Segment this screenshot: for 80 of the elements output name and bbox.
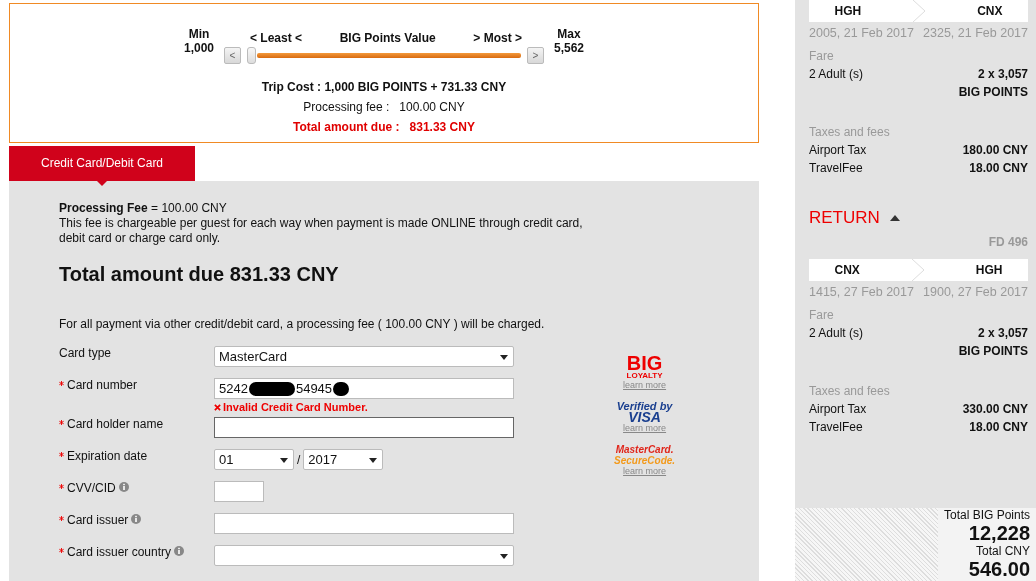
chevron-icon [910, 259, 925, 281]
most-label: > Most > [473, 32, 522, 45]
logo: BIG LOYALTY [626, 354, 663, 380]
total-label: Total amount due : [293, 119, 400, 136]
route-header: HGH CNX [809, 0, 1028, 22]
redaction-mark [333, 381, 350, 396]
select-field[interactable] [214, 545, 514, 566]
error-message: Invalid Credit Card Number. [214, 401, 514, 413]
fare-label: Fare [809, 307, 835, 324]
caret-icon [500, 355, 508, 360]
total-value: 831.33 CNY [409, 119, 475, 136]
fee-name: Airport Tax [809, 401, 867, 418]
fare-label: Fare [809, 48, 835, 65]
field-label: Card issuer [67, 513, 129, 527]
max-value: 5,562 [554, 41, 585, 55]
flight-number: FD 496 [987, 234, 1028, 251]
fare-unit: BIG POINTS [957, 84, 1028, 101]
learn-more-link[interactable]: learn more [623, 423, 667, 434]
year-select[interactable]: 2017 [303, 449, 384, 470]
month-select[interactable]: 01 [214, 449, 294, 470]
field-label: CVV/CID [67, 481, 116, 495]
fee-amount: 330.00 CNY [962, 401, 1028, 418]
processing-note: For all payment via other credit/debit card, a processing fee ( 100.00 CNY ) will be charged. [59, 317, 546, 332]
fee-name: TravelFee [809, 160, 863, 177]
input-field[interactable] [214, 513, 514, 534]
total-cny: 546.00 [967, 558, 1030, 580]
slider-title: BIG Points Value [339, 32, 436, 45]
passenger-count: 2 Adult (s) [809, 325, 864, 342]
fee-label: Processing fee : [303, 99, 390, 116]
fare-amount: 2 x 3,057 [977, 66, 1028, 83]
fee-description: This fee is chargeable per guest for each way when payment is made ONLINE through credit card, debit card or charge card only. [59, 216, 584, 246]
return-heading[interactable]: RETURN [809, 209, 880, 227]
trip-cost: Trip Cost : 1,000 BIG POINTS + 731.33 CNY [261, 79, 507, 96]
field-label: Card number [67, 378, 138, 392]
increase-button[interactable]: > [527, 47, 544, 64]
max-label: Max [557, 27, 581, 41]
field-label: Card holder name [67, 417, 164, 431]
fee-amount: 180.00 CNY [962, 142, 1028, 159]
departure-time: 1415, 27 Feb 2017 [809, 284, 914, 301]
input-field[interactable] [214, 417, 514, 438]
date-separator: / [297, 452, 301, 467]
fee-note: Processing Fee = 100.00 CNY [59, 201, 228, 216]
input-field[interactable] [214, 481, 264, 502]
input-field[interactable]: 5242 54945 [214, 378, 514, 399]
decrease-button[interactable]: < [224, 47, 241, 64]
caret-icon [369, 458, 378, 463]
total-points-label: Total BIG Points [942, 508, 1030, 522]
least-label: < Least < [250, 32, 303, 45]
learn-more-link[interactable]: learn more [623, 466, 667, 477]
taxes-label: Taxes and fees [809, 124, 891, 141]
passenger-count: 2 Adult (s) [809, 66, 864, 83]
error-icon [214, 401, 221, 413]
arrival-time: 1900, 27 Feb 2017 [923, 284, 1028, 301]
min-value: 1,000 [183, 41, 214, 55]
route-header: CNX HGH [809, 259, 1028, 281]
taxes-label: Taxes and fees [809, 383, 891, 400]
fare-amount: 2 x 3,057 [977, 325, 1028, 342]
slider-thumb[interactable] [247, 47, 256, 64]
fee-amount: 18.00 CNY [969, 419, 1028, 436]
field-label: Expiration date [67, 449, 148, 463]
logo: MasterCard. SecureCode. [614, 444, 676, 466]
logo: Verified by VISA [616, 401, 673, 423]
select-field[interactable]: MasterCard [214, 346, 514, 367]
fare-unit: BIG POINTS [957, 343, 1028, 360]
total-points: 12,228 [967, 522, 1030, 544]
field-label: Card type [59, 346, 112, 360]
fee-name: Airport Tax [809, 142, 867, 159]
min-label: Min [188, 27, 210, 41]
fee-value: 100.00 CNY [399, 99, 465, 116]
total-heading: Total amount due 831.33 CNY [59, 262, 340, 286]
field-label: Card issuer country [67, 545, 172, 559]
arrival-time: 2325, 21 Feb 2017 [923, 25, 1028, 42]
learn-more-link[interactable]: learn more [623, 380, 667, 391]
fee-name: TravelFee [809, 419, 863, 436]
caret-icon [280, 458, 288, 463]
departure-time: 2005, 21 Feb 2017 [809, 25, 914, 42]
redaction-mark [248, 381, 295, 396]
caret-icon [500, 554, 508, 559]
total-cny-label: Total CNY [974, 544, 1030, 558]
fee-amount: 18.00 CNY [969, 160, 1028, 177]
